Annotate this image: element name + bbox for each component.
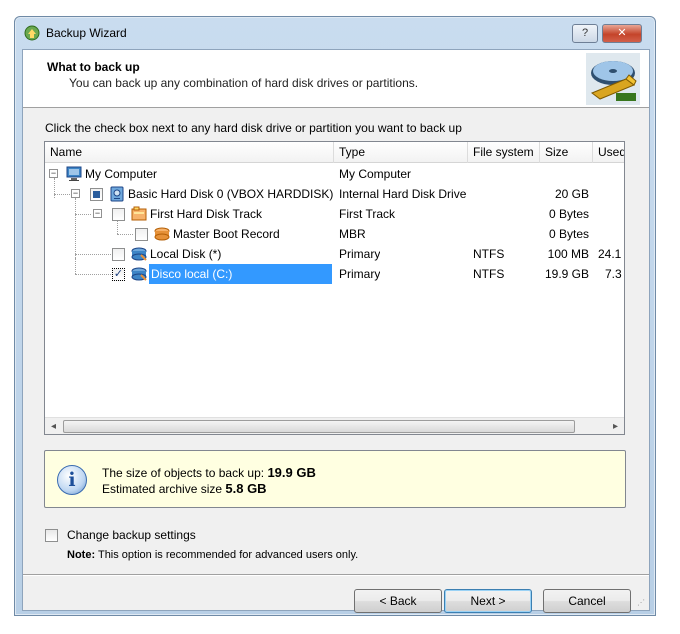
back-button[interactable]: < Back <box>354 589 442 613</box>
instruction-text: Click the check box next to any hard dis… <box>45 121 462 135</box>
close-button[interactable]: ✕ <box>602 24 642 43</box>
tree-row-local-disk[interactable]: Local Disk (*) Primary NTFS 100 MB 24.1 <box>45 244 624 264</box>
backup-size-info-panel: i The size of objects to back up: 19.9 G… <box>44 450 626 508</box>
tree-row-my-computer[interactable]: − My Computer My Computer <box>45 164 624 184</box>
column-type[interactable]: Type <box>334 142 468 163</box>
note-text: This option is recommended for advanced … <box>97 549 359 561</box>
page-subtitle: You can back up any combination of hard … <box>69 76 419 90</box>
backup-size-label: The size of objects to back up: <box>102 466 265 480</box>
row-size: 19.9 GB <box>544 267 589 281</box>
row-size: 100 MB <box>547 247 589 261</box>
partition-icon <box>131 247 147 261</box>
track-checkbox[interactable] <box>112 208 125 221</box>
backup-size-value: 19.9 GB <box>267 465 316 480</box>
row-size: 0 Bytes <box>548 207 589 221</box>
disco-local-checkbox[interactable]: ✓ <box>112 268 125 281</box>
backup-app-icon <box>24 25 40 41</box>
disk-checkbox[interactable] <box>90 188 103 201</box>
column-file-system[interactable]: File system <box>468 142 540 163</box>
row-name: First Hard Disk Track <box>150 207 263 221</box>
row-used: 7.3 <box>605 267 622 281</box>
footer-separator <box>23 574 649 576</box>
row-file-system: NTFS <box>473 267 505 281</box>
computer-icon <box>66 166 82 181</box>
local-disk-checkbox[interactable] <box>112 248 125 261</box>
row-type: First Track <box>339 207 395 221</box>
archive-size-label: Estimated archive size <box>102 482 223 496</box>
mbr-checkbox[interactable] <box>135 228 148 241</box>
row-name: Local Disk (*) <box>150 247 222 261</box>
tree-row-mbr[interactable]: Master Boot Record MBR 0 Bytes <box>45 224 624 244</box>
row-type: My Computer <box>339 167 412 181</box>
backup-header-icon <box>586 53 640 105</box>
column-name[interactable]: Name <box>45 142 334 163</box>
info-icon: i <box>57 465 87 495</box>
row-name: Basic Hard Disk 0 (VBOX HARDDISK) <box>128 187 334 201</box>
horizontal-scrollbar[interactable]: ◂ ▸ <box>45 417 624 434</box>
row-name: Master Boot Record <box>173 227 280 241</box>
tree-row-disco-local-c[interactable]: ✓ Disco local (C:) Primary NTFS 19.9 GB … <box>45 264 624 284</box>
archive-size-line: Estimated archive size 5.8 GB <box>102 481 267 496</box>
row-size: 0 Bytes <box>548 227 589 241</box>
row-type: MBR <box>339 227 366 241</box>
disk-tree-grid[interactable]: Name Type File system Size Used − My Com… <box>44 141 625 435</box>
scroll-left-icon[interactable]: ◂ <box>45 418 62 434</box>
window-title: Backup Wizard <box>46 26 127 40</box>
note-label: Note: <box>67 549 96 561</box>
row-type: Internal Hard Disk Drive <box>339 187 467 201</box>
collapse-toggle[interactable]: − <box>49 169 58 178</box>
grid-header: Name Type File system Size Used <box>45 142 624 163</box>
help-button[interactable]: ? <box>572 24 598 43</box>
partition-icon <box>131 267 147 281</box>
settings-note: Note: This option is recommended for adv… <box>67 549 358 561</box>
disk-track-icon <box>131 206 147 221</box>
tree-row-basic-hard-disk[interactable]: − Basic Hard Disk 0 (VBOX HARDDISK) Inte… <box>45 184 624 204</box>
tree-row-first-track[interactable]: − First Hard Disk Track First Track 0 By… <box>45 204 624 224</box>
next-button[interactable]: Next > <box>444 589 532 613</box>
row-name: Disco local (C:) <box>149 264 332 284</box>
scrollbar-thumb[interactable] <box>63 420 575 433</box>
cancel-button[interactable]: Cancel <box>543 589 631 613</box>
change-backup-settings-checkbox[interactable] <box>45 529 58 542</box>
hard-disk-icon <box>110 186 124 202</box>
resize-grip-icon[interactable]: ⋰ <box>637 598 647 608</box>
row-file-system: NTFS <box>473 247 505 261</box>
row-type: Primary <box>339 267 381 281</box>
wizard-body: What to back up You can back up any comb… <box>22 49 650 613</box>
archive-size-value: 5.8 GB <box>225 481 267 496</box>
collapse-toggle[interactable]: − <box>71 189 80 198</box>
title-bar[interactable]: Backup Wizard ? ✕ <box>15 17 655 47</box>
row-type: Primary <box>339 247 381 261</box>
wizard-header: What to back up You can back up any comb… <box>23 50 649 108</box>
row-size: 20 GB <box>554 187 589 201</box>
row-name: My Computer <box>85 167 158 181</box>
collapse-toggle[interactable]: − <box>93 209 102 218</box>
page-title: What to back up <box>47 60 140 74</box>
scroll-right-icon[interactable]: ▸ <box>607 418 624 434</box>
column-size[interactable]: Size <box>540 142 593 163</box>
column-used[interactable]: Used <box>593 142 624 163</box>
backup-size-line: The size of objects to back up: 19.9 GB <box>102 465 316 480</box>
backup-wizard-window: Backup Wizard ? ✕ What to back up You ca… <box>14 16 656 616</box>
row-used: 24.1 <box>598 247 622 261</box>
change-backup-settings-label[interactable]: Change backup settings <box>67 528 196 542</box>
mbr-icon <box>154 227 170 241</box>
